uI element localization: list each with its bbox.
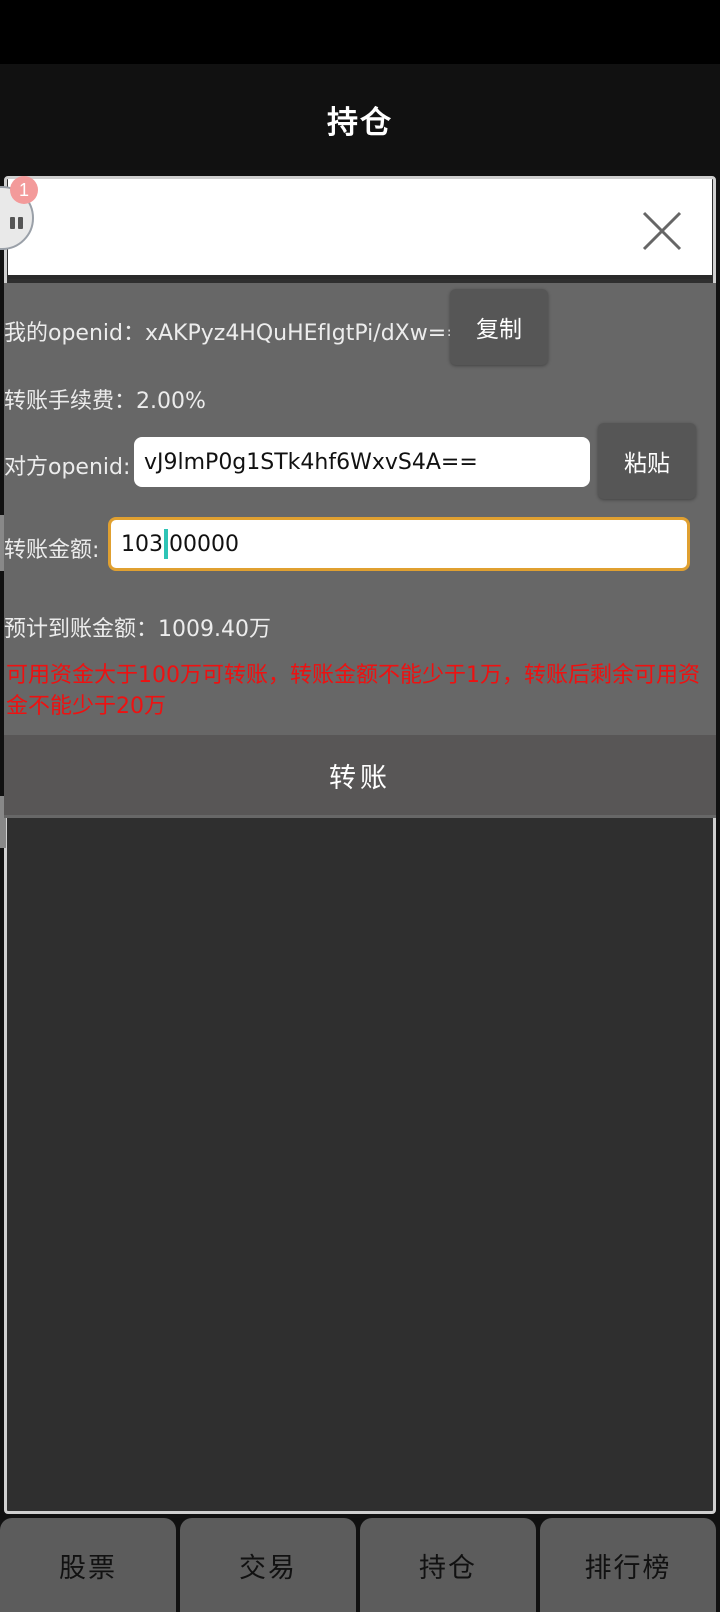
- transfer-dialog: 我的openid：xAKPyz4HQuHEfIgtPi/dXw== 复制 转账手…: [4, 283, 716, 818]
- transfer-warning: 可用资金大于100万可转账，转账金额不能少于1万，转账后剩余可用资金不能少于20…: [6, 663, 700, 719]
- my-openid-row: 我的openid：xAKPyz4HQuHEfIgtPi/dXw==: [4, 315, 465, 347]
- amount-value-after: 00000: [169, 531, 239, 557]
- nav-holdings[interactable]: 持仓: [360, 1518, 536, 1612]
- nav-trade[interactable]: 交易: [180, 1518, 356, 1612]
- close-icon: [642, 211, 682, 251]
- my-openid-value: xAKPyz4HQuHEfIgtPi/dXw==: [144, 321, 465, 346]
- fee-value: 2.00%: [136, 389, 206, 414]
- paste-button[interactable]: 粘贴: [598, 423, 696, 499]
- transfer-button[interactable]: 转账: [4, 735, 716, 815]
- nav-stocks[interactable]: 股票: [0, 1518, 176, 1612]
- peer-openid-value: vJ9lmP0g1STk4hf6WxvS4A==: [144, 449, 478, 475]
- dialog-top-bar: [8, 179, 712, 279]
- peer-openid-input[interactable]: vJ9lmP0g1STk4hf6WxvS4A==: [134, 437, 590, 487]
- copy-button[interactable]: 复制: [450, 289, 548, 365]
- fee-row: 转账手续费：2.00%: [4, 383, 206, 415]
- expected-label: 预计到账金额：: [4, 617, 159, 642]
- page-header: 持仓: [0, 64, 720, 174]
- text-caret: [164, 529, 168, 559]
- nav-leaderboard[interactable]: 排行榜: [540, 1518, 716, 1612]
- amount-input[interactable]: 103 00000: [108, 517, 690, 571]
- fee-label: 转账手续费：: [4, 389, 137, 414]
- expected-value: 1009.40万: [158, 617, 271, 642]
- amount-label: 转账金额:: [4, 538, 100, 563]
- amount-value-before: 103: [121, 531, 163, 557]
- page-title: 持仓: [327, 104, 393, 141]
- pause-icon: [10, 214, 26, 229]
- notification-badge: 1: [10, 176, 38, 204]
- status-bar: [0, 0, 720, 64]
- my-openid-label: 我的openid：: [4, 321, 145, 346]
- peer-openid-label: 对方openid:: [4, 455, 131, 480]
- close-button[interactable]: [640, 209, 684, 253]
- expected-amount-row: 预计到账金额：1009.40万: [4, 611, 271, 643]
